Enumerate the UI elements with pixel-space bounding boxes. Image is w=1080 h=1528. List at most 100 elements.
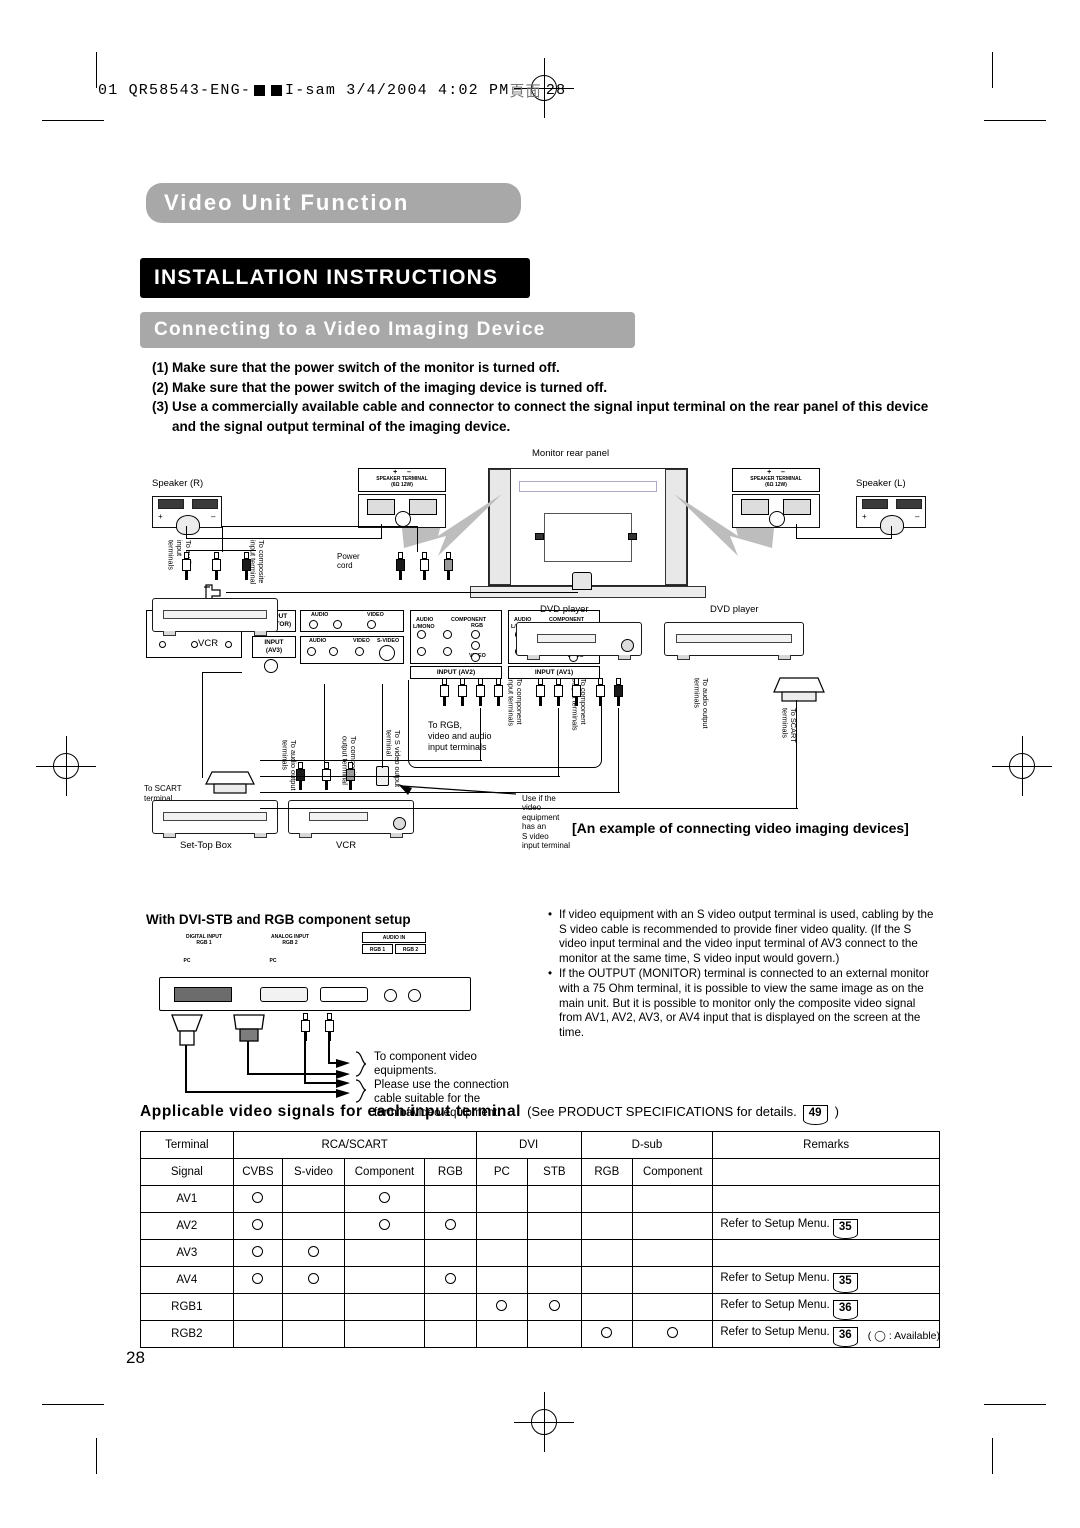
available-circle-icon (252, 1219, 264, 1230)
speaker-terminal-pad-right (192, 499, 218, 509)
cell-available-mark (343, 1212, 426, 1240)
device-foot-right (390, 833, 403, 838)
table-group-header-row: Terminal RCA/SCART DVI D-sub Remarks (140, 1131, 940, 1159)
cell-empty (527, 1266, 582, 1294)
av3-svideo-label: S-VIDEO (377, 638, 400, 644)
available-circle-icon (378, 1192, 390, 1203)
vcr-jog-dial (393, 817, 406, 830)
plug-tip (442, 678, 447, 685)
audio-jack-rgb2 (408, 989, 421, 1002)
cell-empty (527, 1320, 582, 1348)
speaker-wire-left-riser (891, 526, 893, 539)
available-circle-icon (307, 1273, 319, 1284)
plug-tip (496, 678, 501, 685)
device-foot-left (163, 631, 176, 636)
speaker-terminal-pad-left (158, 499, 184, 509)
rca-plug-comp-4 (494, 678, 503, 706)
plug-body (572, 685, 581, 697)
cell-empty (527, 1239, 582, 1267)
available-circle-icon (667, 1327, 679, 1338)
plug-stem (349, 781, 352, 790)
plug-body (440, 685, 449, 697)
dvd-jog-dial (621, 639, 634, 652)
svideo-riser (382, 684, 384, 768)
cell-empty (343, 1293, 426, 1321)
dvd-tray (676, 633, 792, 644)
audio-cable-wire-h1 (304, 1082, 340, 1084)
available-circle-icon (444, 1219, 456, 1230)
plug-tip (422, 552, 427, 559)
cell-empty (424, 1293, 477, 1321)
rca-plug-dvd-comp-1 (536, 678, 545, 706)
plug-body (494, 685, 503, 697)
monitor-stand-neck (572, 572, 592, 590)
set-top-box-label: Set-Top Box (180, 840, 232, 851)
av3-audio-label: AUDIO (309, 638, 327, 644)
plug-stem (215, 571, 218, 580)
av3-svideo-jack (379, 645, 395, 661)
dvi-cable-wire-v (185, 1045, 188, 1093)
av2-audio-label: AUDIO (416, 617, 434, 623)
plug-stem (599, 697, 602, 706)
cell-terminal: AV1 (140, 1185, 234, 1213)
input-av3-button: INPUT (AV3) (252, 636, 296, 658)
rca-plug-monitor-out-2 (420, 552, 429, 580)
to-scart-terminals-label: To SCART terminals (780, 708, 799, 743)
scart-plug-glyph-2 (773, 677, 825, 702)
header-slug-part2: I-sam 3/4/2004 4:02 PM (285, 81, 510, 99)
cell-empty (580, 1266, 634, 1294)
plug-body (212, 559, 221, 571)
cell-terminal: AV4 (140, 1266, 234, 1294)
comp-wire-v2 (558, 708, 560, 776)
table-row: RGB2 Refer to Setup Menu. 36 (140, 1320, 940, 1348)
input-av1-caption-text: INPUT (AV1) (534, 669, 574, 676)
speaker-wire-left (796, 538, 892, 540)
section-title-installation: INSTALLATION INSTRUCTIONS (140, 258, 530, 298)
signal-header-rgb-dsub: RGB (580, 1158, 634, 1186)
bullet-dot-icon: • (548, 967, 553, 981)
audio-jack-rgb1 (384, 989, 397, 1002)
cell-available-mark (580, 1320, 634, 1348)
vcr-bottom-riser (324, 684, 326, 762)
plug-tip (446, 552, 451, 559)
scart-jack-1 (159, 641, 166, 648)
plug-stem (617, 697, 620, 706)
available-circle-icon (496, 1300, 508, 1311)
to-audio-output-label: To audio output terminals (280, 740, 299, 791)
signal-header-component-dsub: Component (632, 1158, 714, 1186)
cell-available-mark (527, 1293, 582, 1321)
table-row: RGB1 Refer to Setup Menu. 36 (140, 1293, 940, 1321)
plug-tip (303, 1013, 308, 1020)
plug-tip (598, 678, 603, 685)
output-audio-label: AUDIO (311, 612, 329, 618)
cell-empty (475, 1266, 529, 1294)
vcr-top-bus-h (222, 526, 418, 528)
comp-wire-h3 (260, 792, 620, 794)
plug-stem (245, 571, 248, 580)
plug-stem (423, 571, 426, 580)
to-component-input-label: To component input terminals (506, 678, 525, 727)
speaker-terminal-spec: (6Ω 12W) (391, 482, 413, 489)
vcr-top-cable-up (222, 526, 224, 552)
av2-mono-label: L/MONO (413, 624, 435, 630)
cell-available-mark (232, 1185, 284, 1213)
digital-input-label: DIGITAL INPUT RGB 1 (168, 934, 240, 946)
to-audio-output-label-2: To audio output terminals (692, 678, 711, 729)
dvd-player-1-device (516, 622, 642, 660)
page-number: 28 (126, 1348, 145, 1367)
plug-tip (538, 678, 543, 685)
dvd-tray (536, 633, 597, 644)
analog-input-label: ANALOG INPUT RGB 2 (254, 934, 326, 946)
av3-audio-jack-l (307, 647, 316, 656)
available-circle-icon (378, 1219, 390, 1230)
note-bullet: • If the OUTPUT (MONITOR) terminal is co… (548, 967, 940, 1040)
dvi-connector (174, 987, 232, 1002)
device-foot-left (299, 833, 312, 838)
speaker-wire-left-riser2 (796, 524, 798, 539)
plug-tip (327, 1013, 332, 1020)
plug-tip (574, 678, 579, 685)
step-text: Use a commercially available cable and c… (172, 399, 929, 434)
signal-header-rgb-rca: RGB (424, 1158, 477, 1186)
speaker-polarity-plus: + (862, 512, 867, 521)
page-title-video-unit-text: Video Unit Function (164, 190, 410, 215)
